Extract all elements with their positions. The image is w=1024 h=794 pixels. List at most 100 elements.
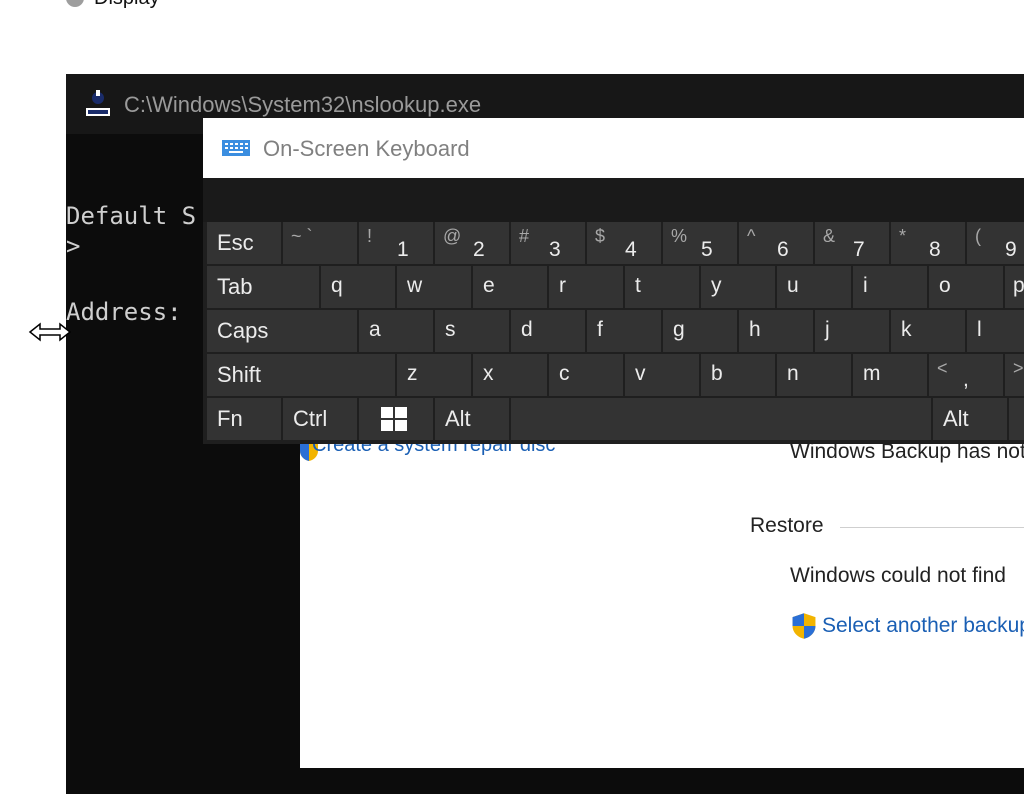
key-shift-label: @ [443,226,462,246]
key-u[interactable]: u [777,266,851,308]
key-tab[interactable]: Tab [207,266,319,308]
key-period[interactable]: > [1005,354,1024,396]
console-output: Default S Address: [66,136,206,392]
key-ctrl[interactable]: Ctrl [283,398,357,440]
key-main-label: 1 [397,238,409,261]
key-label: f [597,318,603,341]
restore-divider [840,527,1024,528]
key-s[interactable]: s [435,310,509,352]
key-main-label: 8 [929,238,941,261]
horizontal-resize-cursor-icon [28,322,72,342]
console-line-default: Default S [66,202,197,230]
key-shift-label: < [937,358,948,378]
key-shift-label: ~ ` [291,226,313,246]
key-label: x [483,362,494,385]
key-shift-label: > [1013,358,1024,378]
key-e[interactable]: e [473,266,547,308]
console-prompt[interactable]: > [66,232,80,260]
key-r[interactable]: r [549,266,623,308]
console-title: C:\Windows\System32\nslookup.exe [124,92,482,117]
key-a[interactable]: a [359,310,433,352]
key-k[interactable]: k [891,310,965,352]
backup-restore-window: Create a system repair disc Windows Back… [300,434,1024,768]
key-main-label: 9 [1005,238,1017,261]
key-shift-label: # [519,226,530,246]
keyboard-icon [222,140,250,156]
key-g[interactable]: g [663,310,737,352]
key-z[interactable]: z [397,354,471,396]
key-alt-left[interactable]: Alt [435,398,509,440]
key-label: Fn [217,406,243,431]
key-main-label: 3 [549,238,561,261]
key-v[interactable]: v [625,354,699,396]
key-d[interactable]: d [511,310,585,352]
key-label: i [863,274,868,297]
key-tilde[interactable]: ~ ` [283,222,357,264]
key-h[interactable]: h [739,310,813,352]
select-another-backup-link[interactable]: Select another backup [790,612,1024,640]
key-main-label: 5 [701,238,713,261]
key-o[interactable]: o [929,266,1003,308]
key-3[interactable]: # 3 [511,222,585,264]
key-8[interactable]: * 8 [891,222,965,264]
key-label: Alt [445,406,471,431]
osk-keys-area: Esc ~ ` ! 1 @ 2 # 3 $ 4 % 5 ^ 6 & 7 * 8 … [203,222,1024,444]
key-5[interactable]: % 5 [663,222,737,264]
key-n[interactable]: n [777,354,851,396]
key-main-label: 4 [625,238,637,261]
key-6[interactable]: ^ 6 [739,222,813,264]
key-windows[interactable] [359,398,433,440]
console-line-address: Address: [66,298,182,326]
key-y[interactable]: y [701,266,775,308]
key-b[interactable]: b [701,354,775,396]
key-q[interactable]: q [321,266,395,308]
key-main-label: 7 [853,238,865,261]
on-screen-keyboard-window[interactable]: On-Screen Keyboard Esc ~ ` ! 1 @ 2 # 3 $… [203,118,1024,444]
key-w[interactable]: w [397,266,471,308]
key-t[interactable]: t [625,266,699,308]
key-j[interactable]: j [815,310,889,352]
key-label: p [1013,274,1024,297]
key-label: l [977,318,982,341]
key-space[interactable] [511,398,931,440]
key-main-label: 6 [777,238,789,261]
key-caps[interactable]: Caps [207,310,357,352]
key-9[interactable]: ( 9 [967,222,1024,264]
key-p[interactable]: p [1005,266,1024,308]
key-4[interactable]: $ 4 [587,222,661,264]
key-m[interactable]: m [853,354,927,396]
key-label: h [749,318,761,341]
key-esc[interactable]: Esc [207,222,281,264]
key-c[interactable]: c [549,354,623,396]
key-f[interactable]: f [587,310,661,352]
osk-titlebar[interactable]: On-Screen Keyboard [203,118,1024,178]
key-shift-label: ^ [747,226,756,246]
key-label: v [635,362,646,385]
key-7[interactable]: & 7 [815,222,889,264]
key-label: j [825,318,830,341]
key-comma[interactable]: < , [929,354,1003,396]
key-label: k [901,318,912,341]
key-2[interactable]: @ 2 [435,222,509,264]
key-1[interactable]: ! 1 [359,222,433,264]
key-label: b [711,362,723,385]
key-i[interactable]: i [853,266,927,308]
key-shift-label: * [899,226,907,246]
key-shift[interactable]: Shift [207,354,395,396]
key-label: q [331,274,343,297]
shield-icon [792,613,816,639]
key-shift-label: & [823,226,836,246]
key-label: e [483,274,495,297]
select-another-backup-label: Select another backup [822,614,1024,637]
key-x[interactable]: x [473,354,547,396]
restore-section-header: Restore [750,514,824,537]
osk-prediction-strip [203,178,1024,222]
key-alt-right[interactable]: Alt [933,398,1007,440]
key-label: u [787,274,799,297]
key-ctrl-right[interactable] [1009,398,1024,440]
key-fn[interactable]: Fn [207,398,281,440]
key-label: Ctrl [293,406,328,431]
key-label: Shift [217,362,262,387]
key-l[interactable]: l [967,310,1024,352]
key-shift-label: ( [975,226,981,246]
